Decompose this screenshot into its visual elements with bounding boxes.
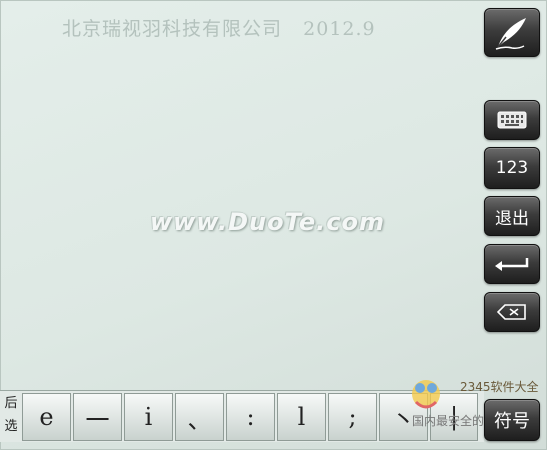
candidate-text: l: [297, 403, 306, 431]
candidate-item[interactable]: ;: [328, 393, 377, 441]
keyboard-icon: [497, 111, 527, 129]
handwriting-pen-icon: [495, 17, 526, 50]
candidate-text: :: [246, 403, 255, 431]
candidate-text: i: [144, 403, 153, 431]
exit-button[interactable]: 退出: [484, 196, 540, 236]
handwriting-pen-button[interactable]: [484, 8, 540, 57]
candidate-text: 一: [85, 405, 110, 434]
backspace-icon: [497, 304, 526, 320]
candidate-item[interactable]: 、: [175, 393, 224, 441]
watermark-text: www.DuoTe.com: [150, 208, 385, 236]
company-title: 北京瑞视羽科技有限公司 2012.9: [62, 14, 376, 41]
candidate-item[interactable]: i: [124, 393, 173, 441]
candidate-item[interactable]: e: [22, 393, 71, 441]
numbers-label: 123: [495, 158, 529, 178]
select-label: 选: [4, 419, 18, 434]
candidate-item[interactable]: 一: [73, 393, 122, 441]
candidate-text: 、: [187, 405, 212, 434]
candidate-text: e: [39, 403, 54, 431]
enter-arrow-icon: [495, 258, 529, 271]
keyboard-button[interactable]: [484, 100, 540, 140]
numbers-button[interactable]: 123: [484, 147, 540, 189]
candidate-item[interactable]: l: [277, 393, 326, 441]
symbols-label: 符号: [494, 411, 530, 432]
page-back-toggle[interactable]: 后 选: [2, 392, 20, 438]
backspace-button[interactable]: [484, 292, 540, 332]
candidate-text: ;: [348, 403, 357, 431]
symbols-button[interactable]: 符号: [484, 399, 540, 441]
version-label: 2012.9: [303, 18, 376, 40]
exit-label: 退出: [495, 208, 529, 229]
site-logo-brand: 2345软件大全: [460, 380, 539, 394]
enter-button[interactable]: [484, 244, 540, 284]
company-name: 北京瑞视羽科技有限公司: [62, 18, 283, 40]
back-label: 后: [4, 396, 18, 411]
candidate-item[interactable]: :: [226, 393, 275, 441]
